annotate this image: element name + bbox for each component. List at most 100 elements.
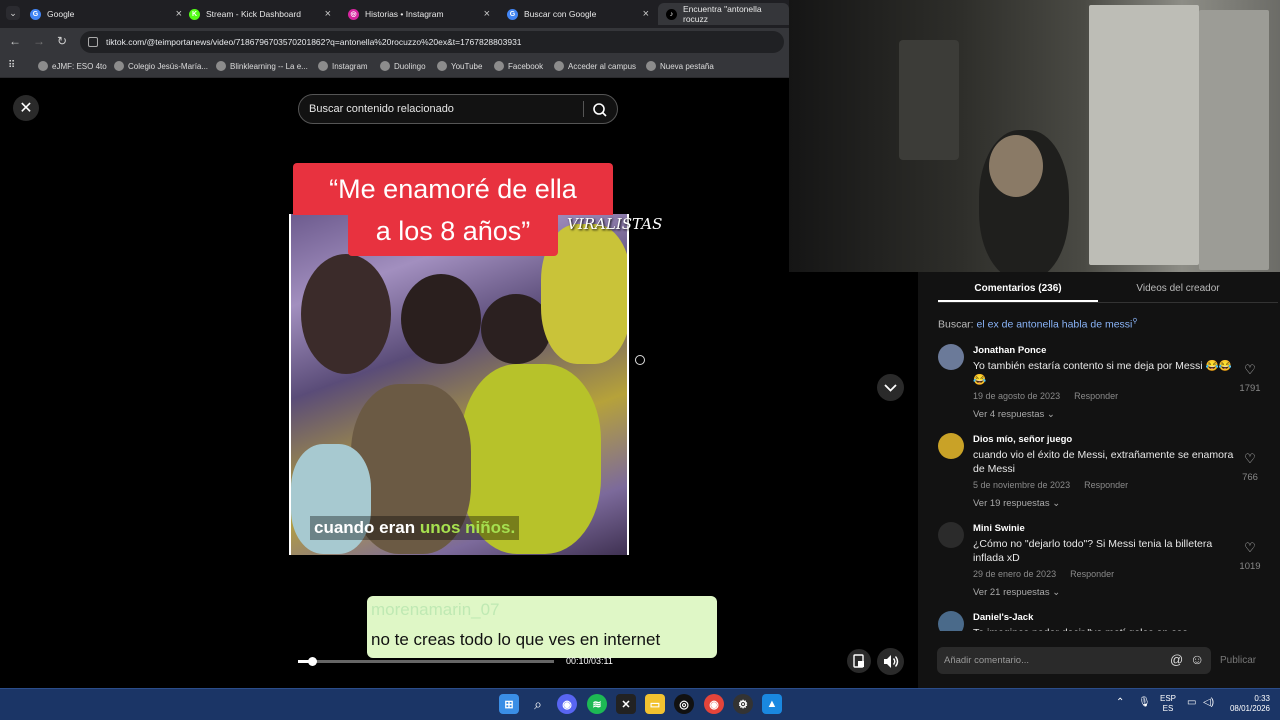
chat-overlay: morenamarin_07 no te creas todo lo que v… (367, 596, 717, 658)
avatar[interactable] (938, 344, 964, 370)
microphone-icon[interactable]: 🎙 (1138, 697, 1151, 708)
comment-input[interactable] (944, 647, 1164, 674)
bookmark-item[interactable]: eJMF: ESO 4to (38, 61, 107, 71)
comment-username[interactable]: Jonathan Ponce (973, 345, 1046, 356)
view-replies-button[interactable]: Ver 4 respuestas ⌄ (973, 409, 1055, 420)
reply-button[interactable]: Responder (1084, 480, 1128, 490)
tab-favicon-icon: ◎ (348, 8, 359, 20)
comment-meta: 5 de noviembre de 2023 Responder (973, 480, 1128, 490)
like-button[interactable]: ♡ 1791 (1238, 362, 1262, 396)
bookmark-item[interactable]: YouTube (437, 61, 482, 71)
comment-date: 5 de noviembre de 2023 (973, 480, 1071, 490)
spotify-icon[interactable]: ≋ (587, 694, 607, 714)
heart-icon: ♡ (1244, 451, 1256, 466)
obs-icon[interactable]: ◎ (674, 694, 694, 714)
chrome-icon[interactable]: ◉ (704, 694, 724, 714)
browser-tab[interactable]: K Stream - Kick Dashboard × (181, 3, 339, 25)
related-search-input[interactable] (309, 95, 577, 123)
comment-item: Dios mío, señor juego cuando vio el éxito… (938, 429, 1270, 518)
avatar[interactable] (938, 433, 964, 459)
like-button[interactable]: ♡ 1019 (1238, 540, 1262, 574)
avatar[interactable] (938, 522, 964, 548)
tab-search-chevron-icon[interactable]: ⌄ (6, 6, 20, 20)
related-search-prefix: Buscar: (938, 318, 977, 331)
tab-title: Buscar con Google (524, 9, 597, 19)
miniplayer-button[interactable] (847, 649, 871, 673)
next-video-button[interactable] (877, 374, 904, 401)
browser-tab[interactable]: ♪ Encuentra "antonella rocuzz (658, 3, 789, 25)
apps-grid-icon[interactable]: ⠿ (8, 60, 15, 71)
windows-start-icon[interactable]: ⊞ (499, 694, 519, 714)
bookmark-item[interactable]: Blinklearning -- La e... (216, 61, 308, 71)
search-taskbar-icon[interactable]: ⌕ (528, 694, 548, 714)
publish-button[interactable]: Publicar (1220, 655, 1256, 666)
comment-username[interactable]: Dios mío, señor juego (973, 434, 1072, 445)
chevron-up-icon[interactable]: ⌃ (1116, 697, 1124, 708)
video-frame[interactable] (289, 214, 629, 555)
back-arrow-icon[interactable]: ← (9, 34, 21, 48)
browser-tab[interactable]: G Google × (22, 3, 190, 25)
layout-code: ES (1162, 704, 1174, 713)
steam-icon[interactable]: ⚙ (733, 694, 753, 714)
related-search-link[interactable]: Buscar: el ex de antonella habla de mess… (938, 317, 1138, 331)
site-info-icon[interactable] (88, 37, 98, 47)
mention-icon[interactable]: @ (1170, 652, 1183, 667)
bookmark-item[interactable]: Acceder al campus (554, 61, 636, 71)
bookmark-item[interactable]: Nueva pestaña (646, 61, 714, 71)
bookmark-item[interactable]: Duolingo (380, 61, 426, 71)
clock-date: 08/01/2026 (1229, 704, 1270, 713)
bookmark-favicon-icon (380, 61, 390, 71)
focus-ring-icon (635, 355, 645, 365)
browser-tab[interactable]: ◎ Historias • Instagram × (340, 3, 498, 25)
search-icon[interactable] (591, 101, 609, 119)
tab-creator-videos[interactable]: Videos del creador (1098, 283, 1258, 294)
browser-tab[interactable]: G Buscar con Google × (499, 3, 657, 25)
volume-button[interactable] (877, 648, 904, 675)
language-indicator[interactable]: ESP ES (1160, 694, 1176, 714)
heart-icon: ♡ (1244, 362, 1256, 377)
file-explorer-icon[interactable]: ▭ (645, 694, 665, 714)
view-replies-button[interactable]: Ver 21 respuestas ⌄ (973, 587, 1060, 598)
tab-title: Google (47, 9, 75, 19)
progress-handle[interactable] (308, 657, 317, 666)
comment-text: Yo también estaría contento si me deja p… (973, 360, 1232, 386)
close-button[interactable]: ✕ (13, 95, 39, 121)
comment-username[interactable]: Mini Swinie (973, 523, 1025, 534)
bookmark-item[interactable]: Facebook (494, 61, 543, 71)
network-icon[interactable]: ▭ (1187, 697, 1196, 708)
comment-box: @ ☺ (937, 647, 1211, 674)
volume-tray-icon[interactable]: ◁) (1203, 697, 1214, 708)
tab-close-icon[interactable]: × (325, 8, 331, 20)
forward-arrow-icon[interactable]: → (33, 34, 45, 48)
video-watermark: VIRALISTAS (567, 215, 663, 233)
kick-studio-icon[interactable]: ✕ (616, 694, 636, 714)
comment-item: Daniel's-Jack Te imagines poder decir "yo… (938, 607, 1270, 631)
tab-comments[interactable]: Comentarios (236) (938, 283, 1098, 294)
comment-username[interactable]: Daniel's-Jack (973, 612, 1033, 623)
emoji-icon[interactable]: ☺ (1190, 651, 1204, 667)
app-store-icon[interactable]: ▲ (762, 694, 782, 714)
view-replies-button[interactable]: Ver 19 respuestas ⌄ (973, 498, 1060, 509)
comment-item: Jonathan Ponce Yo también estaría content… (938, 340, 1270, 429)
bookmark-item[interactable]: Instagram (318, 61, 368, 71)
taskbar (0, 688, 1280, 720)
tab-close-icon[interactable]: × (643, 8, 649, 20)
progress-bar[interactable] (298, 660, 554, 663)
discord-icon[interactable]: ◉ (557, 694, 577, 714)
reply-button[interactable]: Responder (1070, 569, 1114, 579)
tab-close-icon[interactable]: × (484, 8, 490, 20)
tab-title: Encuentra "antonella rocuzz (683, 4, 762, 24)
heart-icon: ♡ (1244, 540, 1256, 555)
bookmark-favicon-icon (216, 61, 226, 71)
related-search-query[interactable]: el ex de antonella habla de messi (977, 319, 1133, 331)
tab-favicon-icon: G (507, 8, 518, 20)
address-bar[interactable]: tiktok.com/@teimportanews/video/71867967… (80, 31, 784, 53)
bookmark-item[interactable]: Colegio Jesús-María... (114, 61, 208, 71)
reload-icon[interactable]: ↻ (57, 34, 67, 48)
chat-username: morenamarin_07 (371, 600, 500, 619)
comment-meta: 29 de enero de 2023 Responder (973, 569, 1114, 579)
avatar[interactable] (938, 611, 964, 631)
reply-button[interactable]: Responder (1074, 391, 1118, 401)
clock[interactable]: 0:33 08/01/2026 (1222, 694, 1270, 714)
like-button[interactable]: ♡ 766 (1238, 451, 1262, 485)
